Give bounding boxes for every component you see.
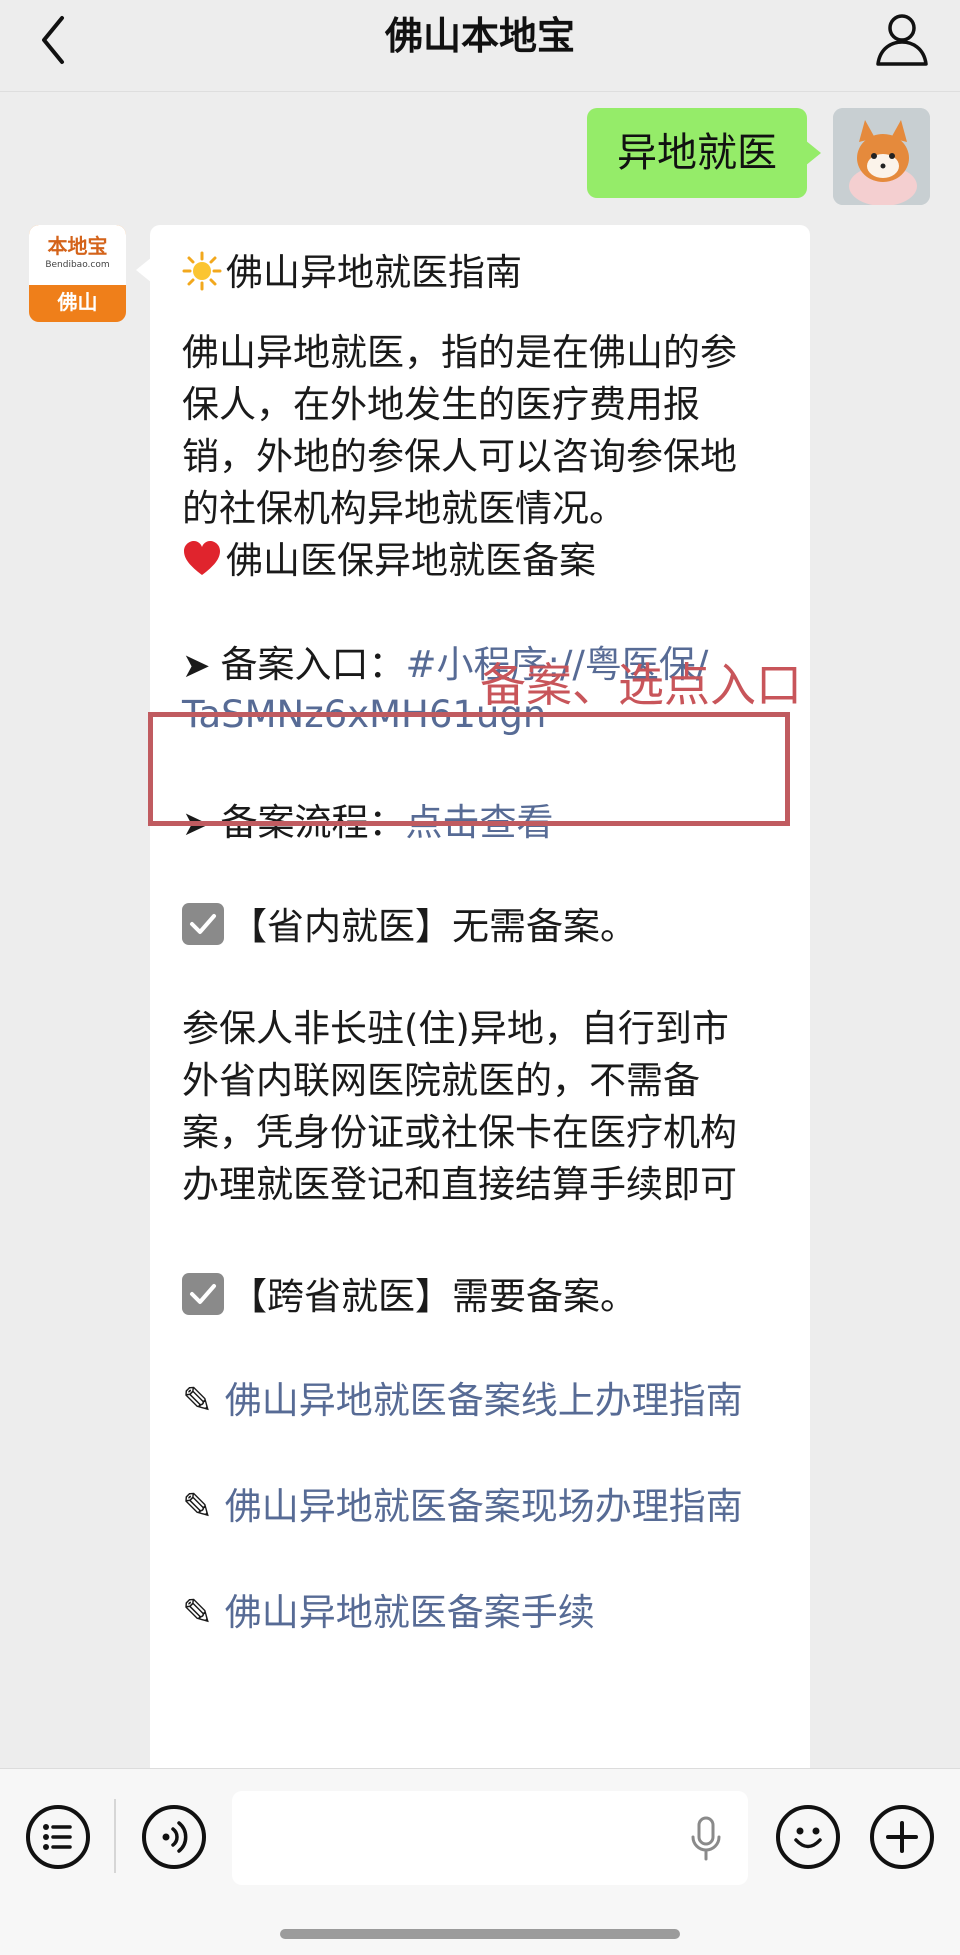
guide-intro: 佛山异地就医，指的是在佛山的参 保人，在外地发生的医疗费用报 销，外地的参保人可… xyxy=(182,327,792,535)
plus-icon xyxy=(886,1821,918,1853)
input-bar xyxy=(0,1768,960,1955)
cross-title-row: 【跨省就医】需要备案。 xyxy=(182,1271,798,1323)
province-line: 案，凭身份证或社保卡在医疗机构 xyxy=(182,1111,737,1154)
plus-button[interactable] xyxy=(870,1805,934,1869)
bot-logo-text: 本地宝 xyxy=(47,234,108,258)
bot-logo: 本地宝 Bendibao.com xyxy=(29,225,126,285)
red-heart-icon xyxy=(182,539,226,593)
record-heading-row: 佛山医保异地就医备案 xyxy=(182,535,798,593)
bot-avatar[interactable]: 本地宝 Bendibao.com 佛山 xyxy=(29,225,126,322)
online-guide-link[interactable]: 佛山异地就医备案线上办理指南 xyxy=(225,1379,743,1422)
checkbox-checked-icon xyxy=(182,903,224,945)
fox-plush-avatar-icon xyxy=(833,108,930,205)
message-input[interactable] xyxy=(232,1791,748,1885)
province-line: 办理就医登记和直接结算手续即可 xyxy=(182,1163,737,1206)
guide-heading: 佛山异地就医指南 xyxy=(226,251,522,294)
chat-screen: 佛山本地宝 异地就医 本地宝 Bendibao.com 佛山 佛山异地就医指南 … xyxy=(0,0,960,1955)
page-title: 佛山本地宝 xyxy=(384,14,575,58)
procedure-link[interactable]: 佛山异地就医备案手续 xyxy=(225,1591,595,1634)
person-icon xyxy=(876,14,928,66)
profile-button[interactable] xyxy=(870,8,934,72)
province-title-row: 【省内就医】无需备案。 xyxy=(182,901,798,953)
guide-heading-row: 佛山异地就医指南 xyxy=(182,247,798,305)
home-indicator[interactable] xyxy=(280,1929,680,1939)
microphone-icon[interactable] xyxy=(686,1815,726,1863)
emoji-button[interactable] xyxy=(776,1805,840,1869)
link-row: ✎ 佛山异地就医备案现场办理指南 xyxy=(182,1481,798,1533)
intro-line: 保人，在外地发生的医疗费用报 xyxy=(182,383,700,426)
entry-label: 备案入口： xyxy=(220,643,406,686)
province-title: 【省内就医】无需备案。 xyxy=(230,905,637,948)
checkbox-checked-icon xyxy=(182,1273,224,1315)
cross-title: 【跨省就医】需要备案。 xyxy=(230,1275,637,1318)
menu-button[interactable] xyxy=(26,1805,90,1869)
divider xyxy=(114,1799,116,1873)
bot-city-label: 佛山 xyxy=(57,290,98,314)
smiley-icon xyxy=(794,1827,822,1849)
intro-line: 销，外地的参保人可以咨询参保地 xyxy=(182,435,737,478)
onsite-guide-link[interactable]: 佛山异地就医备案现场办理指南 xyxy=(225,1485,743,1528)
province-text: 参保人非长驻(住)异地，自行到市 外省内联网医院就医的，不需备 案，凭身份证或社… xyxy=(182,1003,792,1211)
pencil-icon: ✎ xyxy=(182,1591,214,1634)
intro-line: 佛山异地就医，指的是在佛山的参 xyxy=(182,331,737,374)
record-heading: 佛山医保异地就医备案 xyxy=(226,539,596,582)
link-row: ✎ 佛山异地就医备案手续 xyxy=(182,1587,798,1639)
pencil-icon: ✎ xyxy=(182,1379,214,1422)
outgoing-message: 异地就医 xyxy=(530,100,930,205)
province-line: 外省内联网医院就医的，不需备 xyxy=(182,1059,700,1102)
link-row: ✎ 佛山异地就医备案线上办理指南 xyxy=(182,1375,798,1427)
chat-area[interactable]: 异地就医 本地宝 Bendibao.com 佛山 佛山异地就医指南 佛山异地就医… xyxy=(0,92,960,1768)
sun-icon xyxy=(182,251,226,305)
voice-icon xyxy=(162,1821,188,1853)
annotation-label: 备案、选点入口 xyxy=(480,658,802,712)
outgoing-bubble[interactable]: 异地就医 xyxy=(587,108,821,198)
incoming-bubble: 佛山异地就医指南 佛山异地就医，指的是在佛山的参 保人，在外地发生的医疗费用报 … xyxy=(136,225,810,1768)
voice-button[interactable] xyxy=(142,1805,206,1869)
list-icon xyxy=(43,1824,72,1850)
province-line: 参保人非长驻(住)异地，自行到市 xyxy=(182,1007,729,1050)
bot-logo-subtext: Bendibao.com xyxy=(45,260,110,270)
arrow-right-icon: ➤ xyxy=(182,646,211,686)
header-bar: 佛山本地宝 xyxy=(0,0,960,92)
pencil-icon: ✎ xyxy=(182,1485,214,1528)
annotation-highlight-box xyxy=(148,712,790,826)
intro-line: 的社保机构异地就医情况。 xyxy=(182,487,626,530)
user-avatar[interactable] xyxy=(833,108,930,205)
